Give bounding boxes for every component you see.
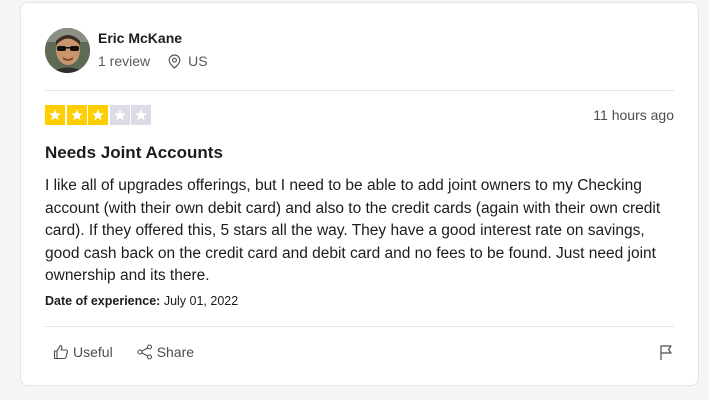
review-actions: Useful Share [53,344,218,360]
avatar[interactable] [45,28,90,73]
author-name[interactable]: Eric McKane [98,30,182,46]
review-title[interactable]: Needs Joint Accounts [45,143,223,163]
divider [45,90,674,91]
author-location: US [168,53,208,69]
star-icon [66,105,87,125]
useful-button[interactable]: Useful [53,344,113,360]
review-count: 1 review [98,53,151,69]
flag-icon [660,345,672,360]
date-of-experience-label: Date of experience: [45,294,161,308]
star-icon [45,105,65,125]
location-pin-icon [168,53,181,69]
star-rating [45,105,153,125]
date-of-experience: Date of experience: July 01, 2022 [45,294,238,308]
report-button[interactable] [658,344,674,366]
date-of-experience-value: July 01, 2022 [163,294,239,308]
review-time: 11 hours ago [593,107,674,123]
thumbs-up-icon [53,345,69,360]
divider [45,326,674,327]
share-label: Share [156,344,195,360]
star-icon [88,105,108,125]
review-body: I like all of upgrades offerings, but I … [45,177,661,284]
star-icon [131,105,151,125]
share-icon [137,344,152,360]
location-text: US [188,53,208,69]
useful-label: Useful [73,344,113,360]
author-meta: 1 review US [98,53,208,69]
review-card: Eric McKane 1 review US 11 hours ago Nee… [20,2,699,386]
star-icon [109,105,130,125]
share-button[interactable]: Share [137,344,194,360]
